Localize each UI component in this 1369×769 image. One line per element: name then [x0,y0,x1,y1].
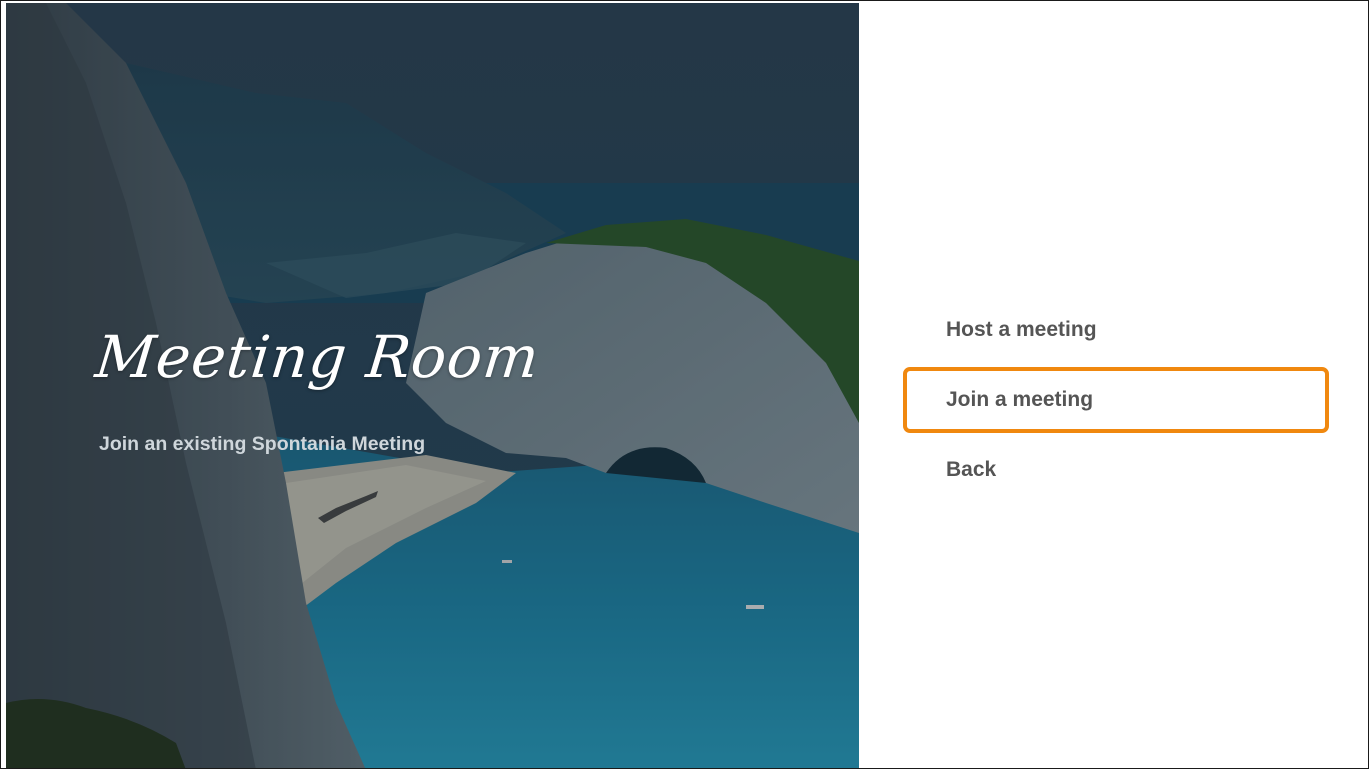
back-button[interactable]: Back [903,437,1329,503]
page-title: Meeting Room [92,323,543,391]
app-window: Meeting Room Join an existing Spontania … [0,0,1369,769]
join-meeting-label: Join a meeting [946,388,1094,411]
back-label: Back [946,458,997,481]
join-meeting-button[interactable]: Join a meeting [903,367,1329,433]
page-subtitle: Join an existing Spontania Meeting [99,433,426,455]
host-meeting-label: Host a meeting [946,318,1097,341]
host-meeting-button[interactable]: Host a meeting [903,297,1329,363]
main-menu: Host a meeting Join a meeting Back [903,297,1329,507]
hero-panel: Meeting Room Join an existing Spontania … [6,3,859,768]
